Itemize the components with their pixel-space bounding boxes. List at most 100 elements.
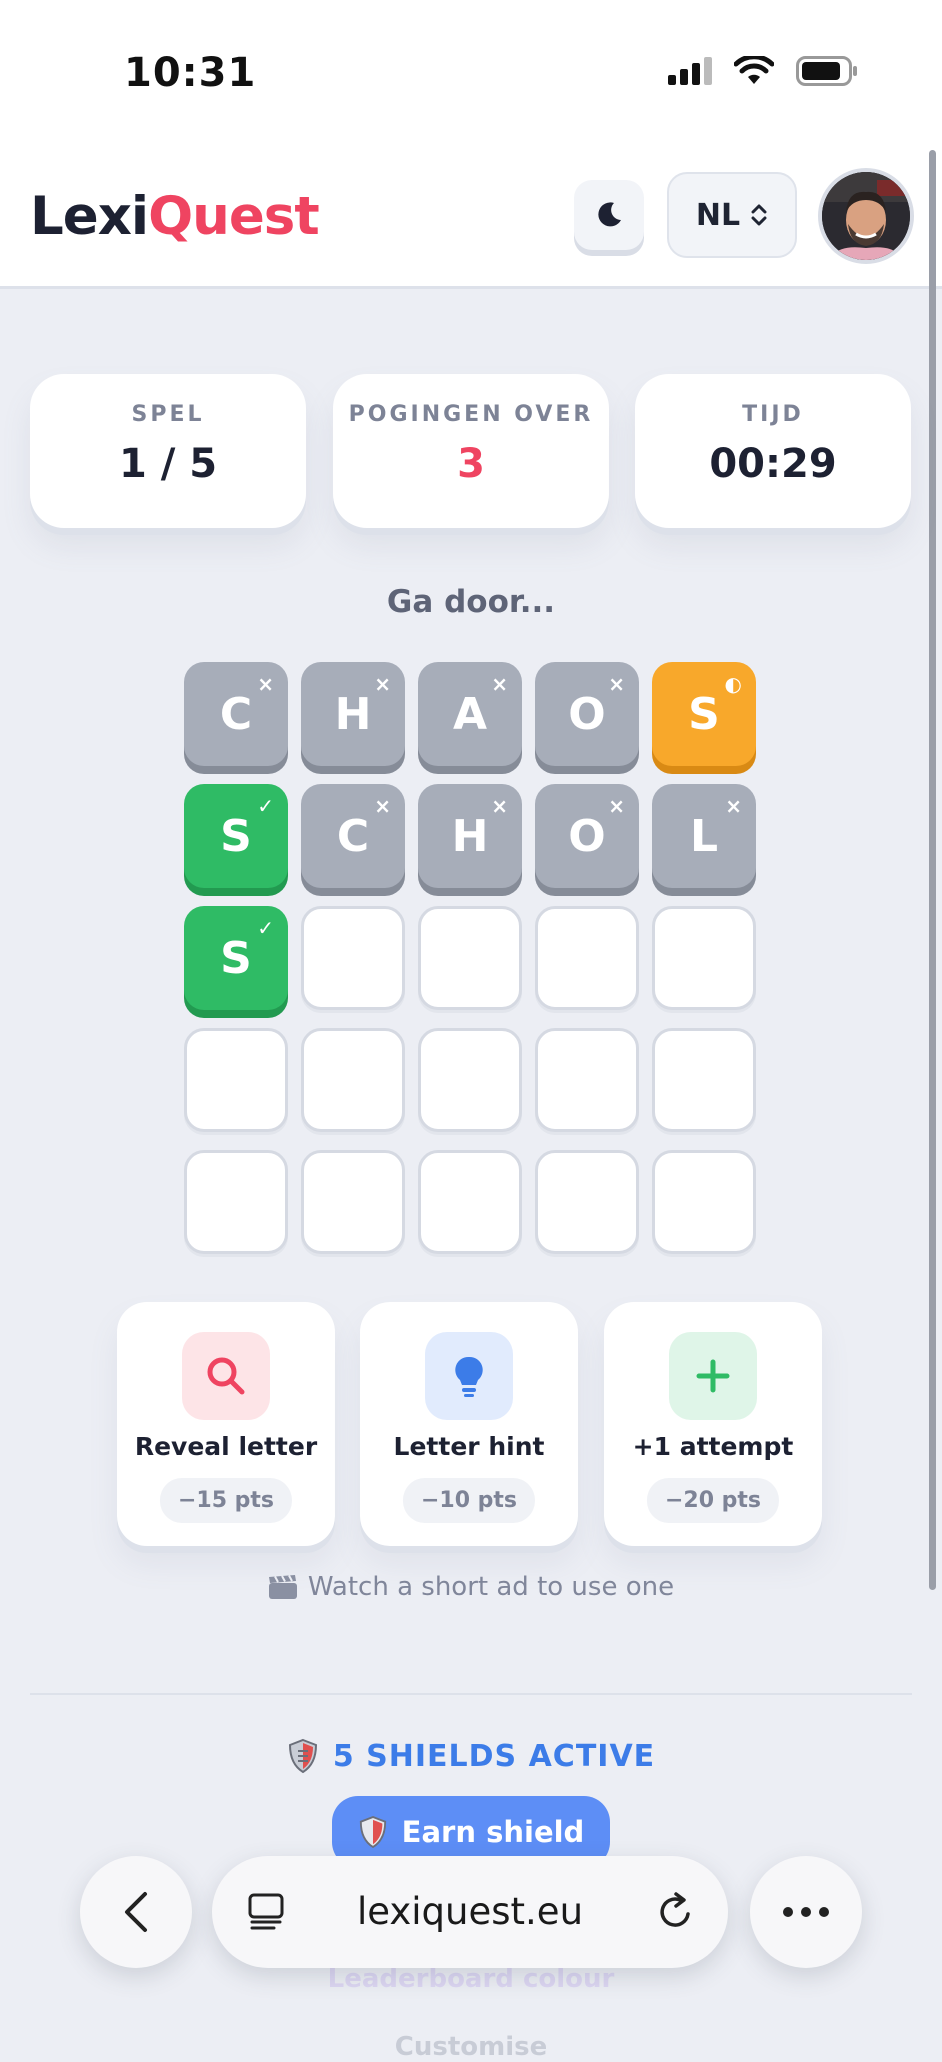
status-bar: 10:31 <box>0 0 942 150</box>
leaderboard-colour-link[interactable]: Leaderboard colour <box>0 1964 942 1994</box>
browser-url-bar[interactable]: lexiquest.eu <box>212 1856 728 1968</box>
empty-tile <box>301 1150 405 1254</box>
empty-tile <box>652 1150 756 1254</box>
reveal-icon-tile <box>182 1332 270 1420</box>
powerup-label: +1 attempt <box>632 1432 794 1461</box>
letter-tile-present: S ◐ <box>652 662 756 766</box>
stat-value: 3 <box>457 441 485 487</box>
shield-icon <box>359 1815 386 1849</box>
app-header: LexiQuest NL <box>0 150 942 289</box>
letter-tile-absent: H × <box>418 784 522 888</box>
powerup-label: Reveal letter <box>134 1432 318 1461</box>
user-avatar[interactable] <box>818 168 914 264</box>
browser-back-button[interactable] <box>80 1856 192 1968</box>
empty-tile <box>184 1150 288 1254</box>
letter-tile-correct: S ✓ <box>184 784 288 888</box>
powerup-cost: −20 pts <box>646 1478 780 1523</box>
tile-status-mark: ✓ <box>257 794 274 818</box>
extra-attempt-button[interactable]: +1 attempt −20 pts <box>604 1302 822 1546</box>
reveal-letter-button[interactable]: Reveal letter −15 pts <box>117 1302 335 1546</box>
tile-status-mark: × <box>491 794 508 818</box>
plus-icon <box>696 1359 730 1393</box>
browser-more-button[interactable] <box>750 1856 862 1968</box>
letter-tile-correct: S ✓ <box>184 906 288 1010</box>
url-text: lexiquest.eu <box>356 1890 584 1933</box>
tile-letter: A <box>452 688 488 740</box>
logo-part-lexi: Lexi <box>30 186 149 247</box>
tile-letter: O <box>568 810 606 862</box>
chevron-left-icon <box>125 1892 147 1932</box>
letter-tile-absent: C × <box>301 784 405 888</box>
letter-tile-absent: O × <box>535 662 639 766</box>
empty-tile <box>535 1150 639 1254</box>
tile-status-mark: × <box>491 672 508 696</box>
powerup-cost: −10 pts <box>402 1478 536 1523</box>
empty-tile <box>652 1028 756 1132</box>
reload-icon[interactable] <box>654 1890 698 1934</box>
tile-status-mark: × <box>608 794 625 818</box>
tile-status-mark: ✓ <box>257 916 274 940</box>
lightbulb-icon <box>455 1356 483 1397</box>
customise-link[interactable]: Customise <box>0 2032 942 2062</box>
tile-letter: S <box>688 688 720 740</box>
tile-status-mark: × <box>374 672 391 696</box>
updown-chevron-icon <box>751 204 767 226</box>
clapperboard-icon <box>268 1575 297 1599</box>
empty-tile <box>535 1028 639 1132</box>
stat-label: SPEL <box>131 402 205 427</box>
tile-letter: L <box>689 810 719 862</box>
shields-status-text: 5 SHIELDS ACTIVE <box>332 1738 656 1774</box>
powerup-cost: −15 pts <box>159 1478 293 1523</box>
language-value: NL <box>695 197 741 233</box>
empty-tile <box>652 906 756 1010</box>
tile-letter: O <box>568 688 606 740</box>
tile-status-mark: × <box>608 672 625 696</box>
stat-value: 1 / 5 <box>118 441 218 487</box>
battery-icon <box>796 56 857 86</box>
tile-status-mark: × <box>725 794 742 818</box>
letter-hint-button[interactable]: Letter hint −10 pts <box>360 1302 578 1546</box>
letter-tile-absent: C × <box>184 662 288 766</box>
ad-note-text: Watch a short ad to use one <box>307 1572 675 1602</box>
magnifier-icon <box>207 1357 245 1395</box>
empty-tile <box>301 906 405 1010</box>
language-select[interactable]: NL <box>667 172 797 258</box>
letter-tile-absent: H × <box>301 662 405 766</box>
status-time: 10:31 <box>124 50 257 96</box>
more-dots-icon <box>783 1907 829 1917</box>
moon-icon <box>598 202 621 227</box>
letter-tile-absent: A × <box>418 662 522 766</box>
empty-tile <box>184 1028 288 1132</box>
game-message: Ga door... <box>386 584 556 620</box>
stat-value: 00:29 <box>709 441 837 487</box>
dark-mode-toggle[interactable] <box>574 180 644 250</box>
wifi-icon <box>734 56 774 84</box>
tile-letter: S <box>220 932 252 984</box>
empty-tile <box>301 1028 405 1132</box>
powerup-label: Letter hint <box>393 1432 545 1461</box>
stat-card-attempts-left: POGINGEN OVER 3 <box>333 374 609 528</box>
tile-status-mark: × <box>374 794 391 818</box>
page-scrollbar[interactable] <box>929 150 936 1590</box>
lexiquest-logo[interactable]: LexiQuest <box>30 186 320 247</box>
section-divider <box>30 1693 912 1695</box>
earn-shield-label: Earn shield <box>401 1815 585 1849</box>
tile-status-mark: × <box>257 672 274 696</box>
tile-status-mark: ◐ <box>724 672 742 696</box>
letter-tile-absent: L × <box>652 784 756 888</box>
empty-tile <box>418 1028 522 1132</box>
empty-tile <box>535 906 639 1010</box>
stat-label: POGINGEN OVER <box>348 402 594 427</box>
tile-letter: H <box>451 810 489 862</box>
stat-card-game: SPEL 1 / 5 <box>30 374 306 528</box>
cellular-signal-icon <box>668 57 712 85</box>
ad-note: Watch a short ad to use one <box>0 1572 942 1602</box>
empty-tile <box>418 906 522 1010</box>
tile-letter: C <box>219 688 253 740</box>
stat-card-time: TIJD 00:29 <box>635 374 911 528</box>
shield-icon <box>288 1738 317 1774</box>
attempt-icon-tile <box>669 1332 757 1420</box>
shields-status: 5 SHIELDS ACTIVE <box>0 1738 942 1774</box>
status-icons <box>668 56 858 86</box>
hint-icon-tile <box>425 1332 513 1420</box>
